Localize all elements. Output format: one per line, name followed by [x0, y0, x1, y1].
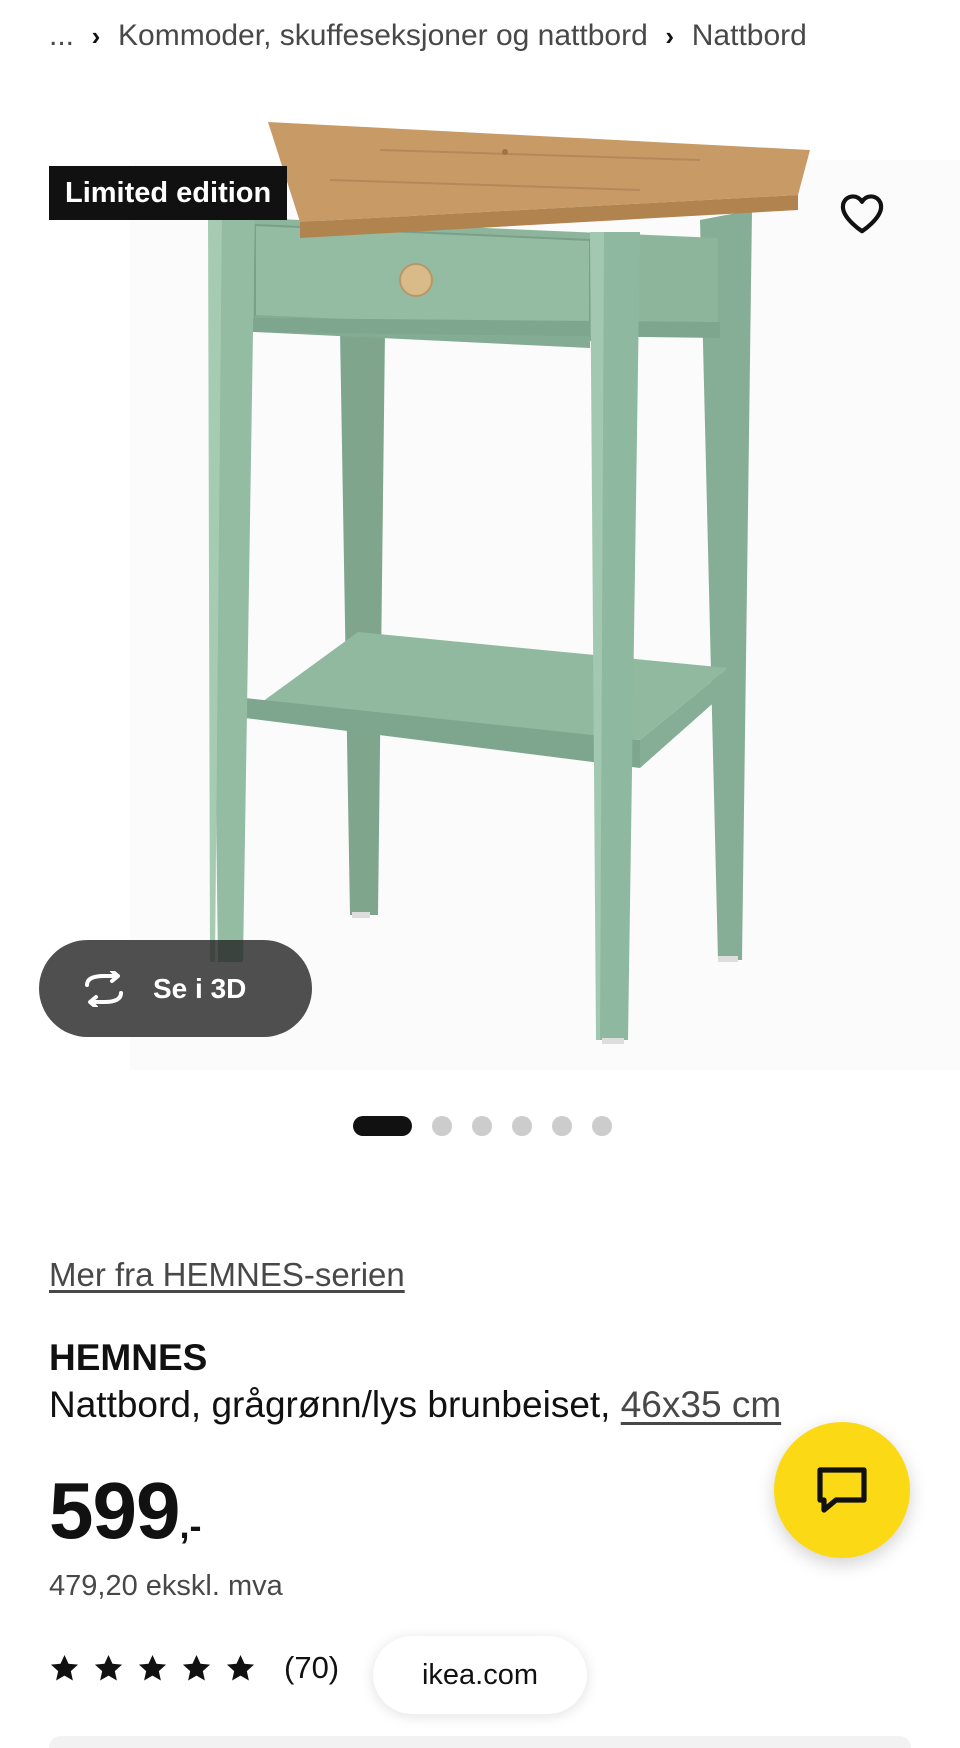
product-page: ... › Kommoder, skuffeseksjoner og nattb… — [0, 0, 960, 1748]
product-description-text: Nattbord, grågrønn/lys brunbeiset, — [49, 1384, 621, 1425]
star-icon — [226, 1654, 255, 1681]
rating[interactable]: (70) — [49, 1648, 339, 1688]
product-description: Nattbord, grågrønn/lys brunbeiset, 46x35… — [49, 1384, 781, 1426]
product-image-carousel[interactable]: Limited edition Se i 3D — [0, 100, 960, 1080]
rating-count: (70) — [284, 1650, 340, 1685]
browser-url-bar[interactable]: ikea.com — [373, 1636, 587, 1714]
bottom-sheet-edge — [49, 1736, 911, 1748]
star-icon — [50, 1654, 79, 1681]
product-name: HEMNES — [49, 1337, 208, 1378]
chat-icon — [817, 1467, 867, 1513]
breadcrumb-item-nattbord[interactable]: Nattbord — [692, 19, 807, 53]
carousel-dot-6[interactable] — [592, 1116, 612, 1136]
price-suffix: ,- — [179, 1505, 202, 1546]
star-icon — [138, 1654, 167, 1681]
price-amount: 599 — [49, 1466, 180, 1555]
chat-button[interactable] — [774, 1422, 910, 1558]
breadcrumb-item-kommoder[interactable]: Kommoder, skuffeseksjoner og nattbord — [118, 19, 648, 53]
rating-stars — [49, 1653, 256, 1684]
favorite-button[interactable] — [826, 178, 898, 250]
view-in-3d-label: Se i 3D — [153, 972, 247, 1004]
carousel-dot-4[interactable] — [512, 1116, 532, 1136]
heart-icon — [840, 194, 884, 234]
breadcrumb-ellipsis[interactable]: ... — [49, 19, 74, 53]
star-icon — [94, 1654, 123, 1681]
limited-edition-badge: Limited edition — [49, 166, 288, 220]
price-ex-vat: 479,20 ekskl. mva — [49, 1570, 283, 1602]
carousel-dot-2[interactable] — [432, 1116, 452, 1136]
price: 599 ,- — [49, 1465, 201, 1557]
dimensions-link[interactable]: 46x35 cm — [621, 1384, 781, 1425]
carousel-dot-1[interactable] — [353, 1116, 412, 1136]
breadcrumb-separator: › — [91, 20, 101, 51]
rotate-3d-icon — [85, 970, 123, 1007]
product-image — [130, 122, 960, 1070]
carousel-dot-5[interactable] — [552, 1116, 572, 1136]
view-in-3d-button[interactable]: Se i 3D — [39, 940, 312, 1037]
carousel-dots — [353, 1115, 612, 1137]
series-link[interactable]: Mer fra HEMNES-serien — [49, 1256, 405, 1294]
breadcrumb: ... › Kommoder, skuffeseksjoner og nattb… — [49, 12, 807, 60]
carousel-dot-3[interactable] — [472, 1116, 492, 1136]
breadcrumb-separator: › — [665, 20, 675, 51]
star-icon — [182, 1654, 211, 1681]
